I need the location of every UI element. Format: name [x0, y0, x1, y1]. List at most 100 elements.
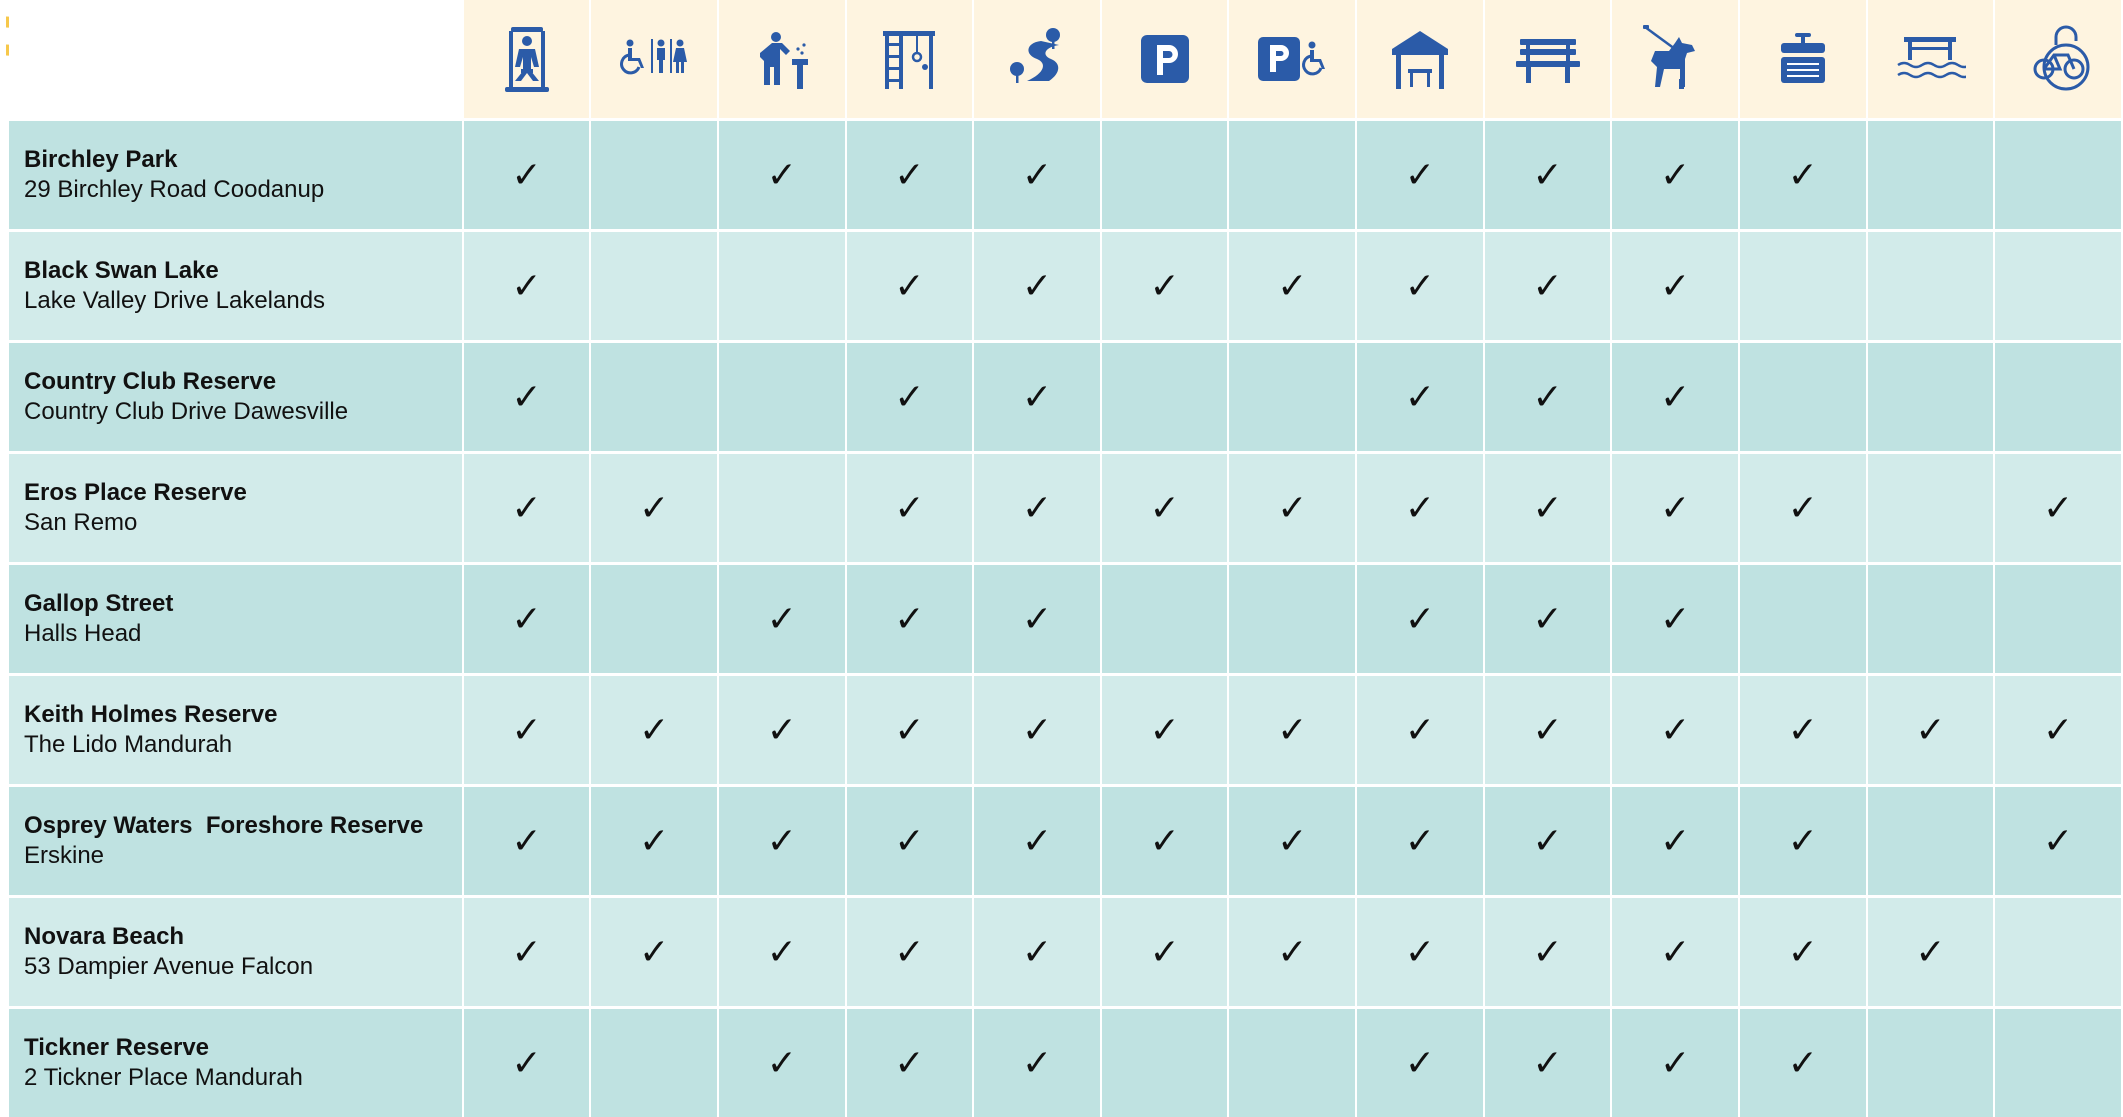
- check-mark: ✓: [1277, 931, 1308, 973]
- check-mark: ✓: [511, 265, 542, 307]
- facility-cell: [1995, 1006, 2121, 1117]
- check-mark: ✓: [511, 1042, 542, 1084]
- check-mark: ✓: [1660, 265, 1691, 307]
- dog-on-leash-icon: [1643, 25, 1696, 89]
- facility-cell: [1739, 562, 1866, 673]
- check-mark: ✓: [894, 598, 925, 640]
- facility-cell: ✓: [1484, 1006, 1611, 1117]
- facility-cell: ✓: [1995, 784, 2121, 895]
- facility-cell: ✓: [1739, 895, 1866, 1006]
- facility-cell: ✓: [1739, 451, 1866, 562]
- check-mark: ✓: [1787, 820, 1818, 862]
- check-mark: ✓: [1404, 487, 1435, 529]
- facility-cell: [1995, 340, 2121, 451]
- facility-cell: ✓: [1612, 229, 1738, 340]
- check-mark: ✓: [1532, 709, 1563, 751]
- facility-cell: ✓: [1995, 451, 2121, 562]
- bench-seating-icon: [1515, 39, 1580, 83]
- facility-cell: [1867, 784, 1994, 895]
- bbq-icon: [1780, 33, 1825, 83]
- header-corner: [9, 0, 462, 118]
- facility-cell: ✓: [463, 562, 590, 673]
- check-mark: ✓: [1404, 376, 1435, 418]
- facility-cell: ✓: [591, 673, 717, 784]
- check-mark: ✓: [1660, 1042, 1691, 1084]
- check-mark: ✓: [639, 931, 670, 973]
- facility-cell: ✓: [846, 229, 973, 340]
- location-name: Country Club Reserve: [24, 368, 277, 395]
- facility-cell: [1101, 340, 1228, 451]
- check-mark: ✓: [1660, 820, 1691, 862]
- check-mark: ✓: [1404, 154, 1435, 196]
- location-cell: Keith Holmes Reserve The Lido Mandurah: [9, 673, 462, 784]
- facility-cell: [1995, 229, 2121, 340]
- facility-cell: ✓: [1867, 673, 1994, 784]
- facility-cell: ✓: [1229, 784, 1356, 895]
- check-mark: ✓: [1532, 1042, 1563, 1084]
- location-address: Country Club Drive Dawesville: [24, 398, 349, 425]
- facility-cell: ✓: [1995, 673, 2121, 784]
- check-mark: ✓: [1532, 487, 1563, 529]
- facility-cell: ✓: [463, 895, 590, 1006]
- location-address: San Remo: [24, 509, 138, 536]
- check-mark: ✓: [1532, 820, 1563, 862]
- location-cell: Gallop Street Halls Head: [9, 562, 462, 673]
- facility-cell: [591, 229, 717, 340]
- facility-cell: ✓: [846, 784, 973, 895]
- facility-cell: ✓: [1612, 562, 1738, 673]
- check-mark: ✓: [1660, 487, 1691, 529]
- facility-cell: ✓: [1357, 784, 1483, 895]
- check-mark: ✓: [1149, 487, 1180, 529]
- check-mark: ✓: [511, 487, 542, 529]
- facility-cell: ✓: [1101, 451, 1228, 562]
- check-mark: ✓: [1532, 376, 1563, 418]
- location-name: Birchley Park: [24, 146, 178, 173]
- check-mark: ✓: [1660, 598, 1691, 640]
- header-parking: [1101, 0, 1228, 118]
- facility-cell: ✓: [1357, 562, 1483, 673]
- check-mark: ✓: [511, 709, 542, 751]
- check-mark: ✓: [1149, 709, 1180, 751]
- check-mark: ✓: [1277, 487, 1308, 529]
- facility-cell: ✓: [1484, 118, 1611, 229]
- header-jetty: [1867, 0, 1994, 118]
- facility-cell: ✓: [974, 562, 1100, 673]
- facility-cell: [591, 118, 717, 229]
- location-name: Novara Beach: [24, 923, 185, 950]
- location-name: Keith Holmes Reserve: [24, 701, 278, 728]
- location-address: Erskine: [24, 842, 105, 869]
- check-mark: ✓: [894, 931, 925, 973]
- check-mark: ✓: [1915, 709, 1946, 751]
- check-mark: ✓: [1021, 265, 1053, 307]
- check-mark: ✓: [1660, 931, 1691, 973]
- location-name: Eros Place Reserve: [24, 479, 247, 506]
- facility-cell: [718, 340, 845, 451]
- check-mark: ✓: [766, 598, 797, 640]
- check-mark: ✓: [1915, 931, 1946, 973]
- check-mark: ✓: [2043, 820, 2074, 862]
- facility-cell: ✓: [591, 451, 717, 562]
- check-mark: ✓: [1532, 598, 1563, 640]
- check-mark: ✓: [766, 820, 797, 862]
- header-bench: [1484, 0, 1611, 118]
- location-cell: Novara Beach 53 Dampier Avenue Falcon: [9, 895, 462, 1006]
- location-address: Lake Valley Drive Lakelands: [24, 287, 326, 314]
- facility-cell: ✓: [974, 895, 1100, 1006]
- check-mark: ✓: [894, 376, 925, 418]
- facility-cell: [1867, 229, 1994, 340]
- check-mark: ✓: [639, 709, 670, 751]
- facility-cell: [1101, 1006, 1228, 1117]
- check-mark: ✓: [766, 1042, 797, 1084]
- facility-cell: ✓: [1739, 118, 1866, 229]
- bike-repair-station-icon: [2033, 25, 2090, 91]
- facility-cell: ✓: [1612, 118, 1738, 229]
- facility-cell: ✓: [1612, 340, 1738, 451]
- facility-cell: ✓: [974, 340, 1100, 451]
- facility-cell: ✓: [1612, 895, 1738, 1006]
- check-mark: ✓: [1404, 820, 1435, 862]
- facility-cell: ✓: [591, 895, 717, 1006]
- check-mark: ✓: [1149, 820, 1180, 862]
- check-mark: ✓: [766, 709, 797, 751]
- facility-cell: ✓: [1229, 451, 1356, 562]
- facility-cell: [1867, 562, 1994, 673]
